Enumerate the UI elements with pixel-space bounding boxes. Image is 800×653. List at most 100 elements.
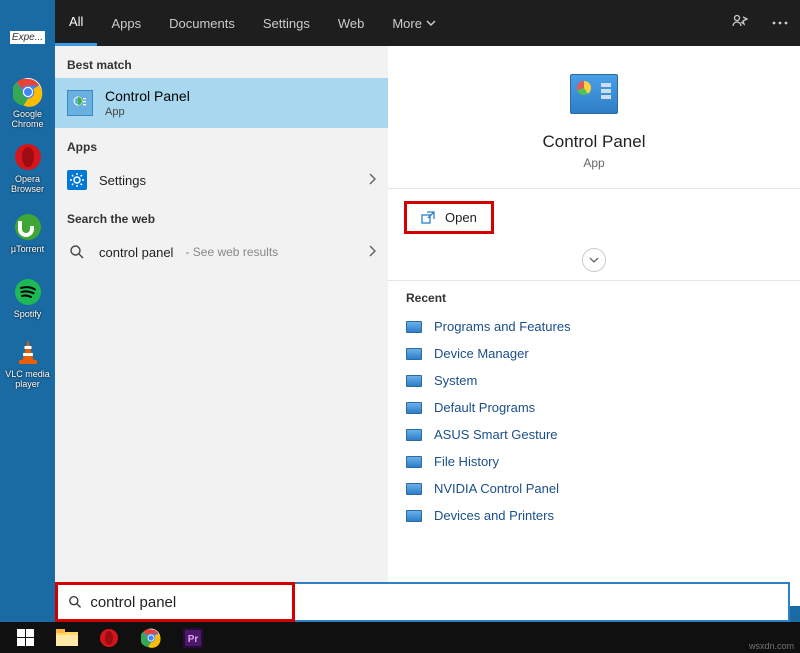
taskbar-file-explorer[interactable] [46, 622, 88, 653]
recent-label: Programs and Features [434, 319, 571, 334]
tab-apps[interactable]: Apps [97, 0, 155, 46]
taskbar-premiere[interactable]: Pr [172, 622, 214, 653]
open-icon [421, 211, 435, 225]
file-explorer-icon [56, 629, 78, 647]
control-panel-large-icon [570, 74, 618, 114]
apps-item-settings[interactable]: Settings [55, 160, 388, 200]
chevron-right-icon [368, 173, 376, 188]
recent-label: Device Manager [434, 346, 529, 361]
desktop-icons: Expe... Google Chrome Opera Browser µTor… [0, 0, 55, 390]
chevron-down-icon [426, 18, 436, 28]
desktop-icon-chrome[interactable]: Google Chrome [0, 75, 55, 130]
tab-more[interactable]: More [378, 0, 450, 46]
detail-panel: Control Panel App Open Recent Programs a… [388, 46, 800, 606]
tab-all[interactable]: All [55, 0, 97, 46]
watermark: wsxdn.com [749, 641, 794, 651]
utorrent-icon [12, 211, 44, 243]
web-hint: - See web results [185, 245, 278, 259]
chrome-icon [12, 76, 44, 108]
windows-logo-icon [17, 629, 34, 646]
desktop-icon-experience[interactable]: Expe... [0, 10, 55, 65]
recent-list: Programs and Features Device Manager Sys… [388, 313, 800, 529]
start-button[interactable] [4, 622, 46, 653]
detail-header: Control Panel App [388, 46, 800, 188]
panel-item-icon [406, 321, 422, 333]
search-input[interactable] [90, 594, 282, 611]
desktop-icon-vlc[interactable]: VLC media player [0, 335, 55, 390]
tab-more-label: More [392, 16, 422, 31]
recent-label: NVIDIA Control Panel [434, 481, 559, 496]
premiere-icon: Pr [183, 628, 203, 648]
web-query-text: control panel [99, 245, 173, 260]
desktop-icon-utorrent[interactable]: µTorrent [0, 205, 55, 260]
desktop-icon-label: Spotify [14, 309, 42, 319]
more-options-icon[interactable] [760, 0, 800, 46]
tab-documents[interactable]: Documents [155, 0, 249, 46]
recent-item-file-history[interactable]: File History [394, 448, 794, 475]
recent-item-nvidia-control-panel[interactable]: NVIDIA Control Panel [394, 475, 794, 502]
desktop-icon-label: µTorrent [11, 244, 44, 254]
panel-item-icon [406, 429, 422, 441]
taskbar-opera[interactable] [88, 622, 130, 653]
recent-item-programs-features[interactable]: Programs and Features [394, 313, 794, 340]
panel-item-icon [406, 402, 422, 414]
panel-item-icon [406, 510, 422, 522]
feedback-icon[interactable] [720, 0, 760, 46]
taskbar-chrome[interactable] [130, 622, 172, 653]
svg-text:Pr: Pr [188, 634, 199, 645]
search-web-header: Search the web [55, 200, 388, 232]
search-tabs: All Apps Documents Settings Web More [55, 0, 800, 46]
search-box[interactable] [55, 582, 295, 622]
settings-label: Settings [99, 173, 146, 188]
vlc-icon [12, 336, 44, 368]
recent-header: Recent [388, 281, 800, 313]
results-panel: Best match Control Panel App Apps Settin… [55, 46, 388, 606]
desktop-icon-spotify[interactable]: Spotify [0, 270, 55, 325]
best-match-item[interactable]: Control Panel App [55, 78, 388, 128]
control-panel-icon [67, 90, 93, 116]
search-icon [67, 242, 87, 262]
best-match-subtitle: App [105, 106, 190, 118]
apps-header: Apps [55, 128, 388, 160]
recent-label: ASUS Smart Gesture [434, 427, 558, 442]
recent-item-system[interactable]: System [394, 367, 794, 394]
taskbar: Pr [0, 622, 800, 653]
best-match-title: Control Panel [105, 88, 190, 104]
open-label: Open [445, 210, 477, 225]
search-icon [68, 594, 82, 610]
desktop-icon-label: Google Chrome [0, 109, 55, 129]
best-match-header: Best match [55, 46, 388, 78]
panel-item-icon [406, 456, 422, 468]
panel-item-icon [406, 348, 422, 360]
web-result-item[interactable]: control panel - See web results [55, 232, 388, 272]
detail-subtitle: App [583, 156, 604, 170]
experience-badge: Expe... [10, 31, 45, 44]
recent-label: File History [434, 454, 499, 469]
expand-toggle[interactable] [388, 246, 800, 280]
opera-icon [99, 628, 119, 648]
open-button[interactable]: Open [404, 201, 494, 234]
tab-settings[interactable]: Settings [249, 0, 324, 46]
chevron-right-icon [368, 245, 376, 260]
search-bar [55, 582, 790, 622]
settings-gear-icon [67, 170, 87, 190]
detail-title: Control Panel [542, 132, 645, 152]
recent-item-devices-printers[interactable]: Devices and Printers [394, 502, 794, 529]
panel-item-icon [406, 483, 422, 495]
chevron-down-icon [589, 255, 599, 265]
recent-label: System [434, 373, 477, 388]
desktop-icon-label: VLC media player [0, 369, 55, 389]
desktop-icon-label: Opera Browser [0, 174, 55, 194]
recent-item-asus-smart-gesture[interactable]: ASUS Smart Gesture [394, 421, 794, 448]
spotify-icon [12, 276, 44, 308]
recent-label: Default Programs [434, 400, 535, 415]
tab-web[interactable]: Web [324, 0, 379, 46]
opera-icon [12, 141, 44, 173]
search-remainder[interactable] [295, 582, 790, 622]
chrome-icon [141, 628, 161, 648]
recent-label: Devices and Printers [434, 508, 554, 523]
desktop-icon-opera[interactable]: Opera Browser [0, 140, 55, 195]
recent-item-default-programs[interactable]: Default Programs [394, 394, 794, 421]
panel-item-icon [406, 375, 422, 387]
recent-item-device-manager[interactable]: Device Manager [394, 340, 794, 367]
